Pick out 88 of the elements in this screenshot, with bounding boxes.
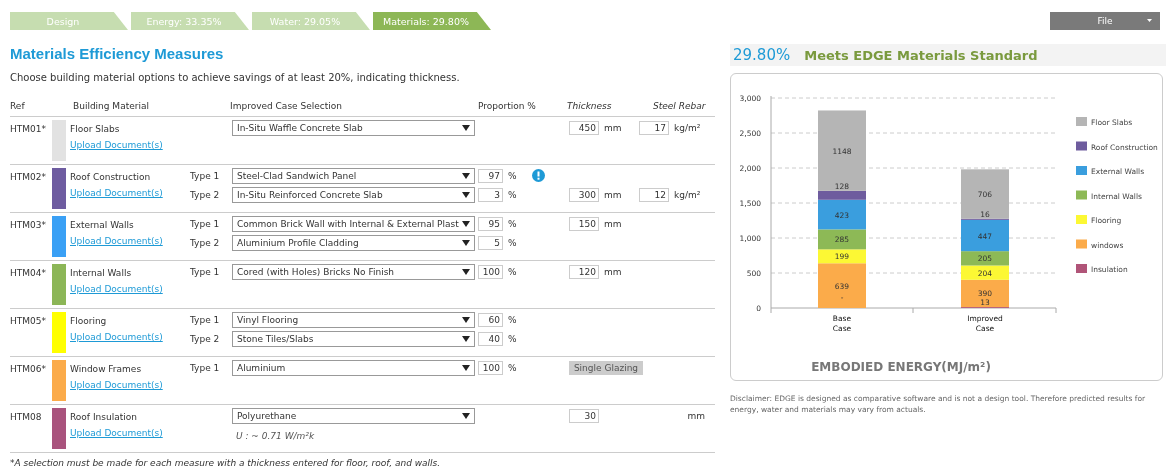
type-label: Type 2 <box>190 190 220 200</box>
result-status: Meets EDGE Materials Standard <box>804 47 1038 63</box>
dropdown-caret-icon <box>462 269 470 275</box>
proportion-input[interactable]: 95 <box>478 217 503 231</box>
dropdown-caret-icon <box>462 221 470 227</box>
dropdown-caret-icon <box>462 240 470 246</box>
material-select[interactable]: Common Brick Wall with Internal & External Plast <box>232 216 475 232</box>
type-label: Type 2 <box>190 334 220 344</box>
unit-label: % <box>507 334 517 344</box>
material-select[interactable]: Steel-Clad Sandwich Panel <box>232 168 475 184</box>
chart-title: EMBODIED ENERGY(MJ/m²) <box>811 360 991 374</box>
unit-label: mm <box>686 411 705 421</box>
column-header: Building Material <box>73 101 150 111</box>
rebar-input[interactable]: 17 <box>639 121 669 135</box>
dropdown-caret-icon <box>462 365 470 371</box>
unit-label: mm <box>603 219 622 229</box>
u-value-note: U : ~ 0.71 W/m²k <box>235 431 316 441</box>
thickness-input[interactable]: 120 <box>569 265 599 279</box>
unit-label: % <box>507 315 517 325</box>
thickness-input[interactable]: 150 <box>569 217 599 231</box>
ref-code: HTM06* <box>10 363 47 376</box>
ref-code: HTM05* <box>10 315 47 328</box>
instructions-text: Choose building material options to achieve savings of at least 20%, indicating thickness. <box>10 72 461 83</box>
ref-code: HTM02* <box>10 171 47 184</box>
file-menu-button[interactable]: File <box>1050 12 1160 30</box>
material-name: Roof Construction <box>70 172 151 182</box>
proportion-input[interactable]: 60 <box>478 313 503 327</box>
material-name: Roof Insulation <box>70 412 137 422</box>
ref-code: HTM03* <box>10 219 47 232</box>
material-select[interactable]: In-Situ Reinforced Concrete Slab <box>232 187 475 203</box>
proportion-input[interactable]: 5 <box>478 236 503 250</box>
dropdown-caret-icon <box>462 317 470 323</box>
type-label: Type 1 <box>190 219 220 229</box>
unit-label: % <box>507 219 517 229</box>
column-header: Steel Rebar <box>653 101 707 111</box>
proportion-input[interactable]: 100 <box>478 361 503 375</box>
thickness-input[interactable]: 450 <box>569 121 599 135</box>
proportion-input[interactable]: 100 <box>478 265 503 279</box>
material-select[interactable]: Cored (with Holes) Bricks No Finish <box>232 264 475 280</box>
ref-code: HTM04* <box>10 267 47 280</box>
column-header: Proportion % <box>478 101 537 111</box>
section-title: Materials Efficiency Measures <box>10 45 225 62</box>
ref-code: HTM01* <box>10 123 47 136</box>
unit-label: mm <box>603 267 622 277</box>
type-label: Type 1 <box>190 363 220 373</box>
material-name: Flooring <box>70 316 107 326</box>
unit-label: mm <box>603 123 622 133</box>
material-select[interactable]: In-Situ Waffle Concrete Slab <box>232 120 475 136</box>
rebar-input[interactable]: 12 <box>639 188 669 202</box>
thickness-input[interactable]: 30 <box>569 409 599 423</box>
result-percentage: 29.80% <box>733 46 791 64</box>
material-name: Window Frames <box>70 364 142 374</box>
type-label: Type 1 <box>190 267 220 277</box>
type-label: Type 2 <box>190 238 220 248</box>
unit-label: % <box>507 238 517 248</box>
type-label: Type 1 <box>190 171 220 181</box>
dropdown-caret-icon <box>462 125 470 131</box>
unit-label: kg/m² <box>673 123 701 133</box>
material-select[interactable]: Aluminium Profile Cladding <box>232 235 475 251</box>
dropdown-caret-icon <box>462 413 470 419</box>
thickness-input[interactable]: 300 <box>569 188 599 202</box>
material-select[interactable]: Vinyl Flooring <box>232 312 475 328</box>
dropdown-caret-icon <box>462 173 470 179</box>
column-header: Thickness <box>567 101 613 111</box>
material-name: Floor Slabs <box>70 124 120 134</box>
column-header: Ref <box>10 101 26 111</box>
type-label: Type 1 <box>190 315 220 325</box>
unit-label: kg/m² <box>673 190 701 200</box>
footnote: *A selection must be made for each measure with a thickness entered for floor, roof, and walls. <box>10 458 442 468</box>
proportion-input[interactable]: 40 <box>478 332 503 346</box>
dropdown-caret-icon <box>462 336 470 342</box>
unit-label: % <box>507 363 517 373</box>
glazing-button[interactable]: Single Glazing <box>569 361 643 375</box>
dropdown-caret-icon <box>462 192 470 198</box>
material-select[interactable]: Polyurethane <box>232 408 475 424</box>
caret-icon <box>1147 19 1152 22</box>
column-header: Improved Case Selection <box>230 101 343 111</box>
unit-label: % <box>507 267 517 277</box>
proportion-input[interactable]: 3 <box>478 188 503 202</box>
ref-code: HTM08 <box>10 411 43 424</box>
unit-label: % <box>507 171 517 181</box>
material-name: Internal Walls <box>70 268 132 278</box>
material-select[interactable]: Stone Tiles/Slabs <box>232 331 475 347</box>
material-name: External Walls <box>70 220 134 230</box>
material-select[interactable]: Aluminium <box>232 360 475 376</box>
proportion-input[interactable]: 97 <box>478 169 503 183</box>
unit-label: mm <box>603 190 622 200</box>
unit-label: % <box>507 190 517 200</box>
